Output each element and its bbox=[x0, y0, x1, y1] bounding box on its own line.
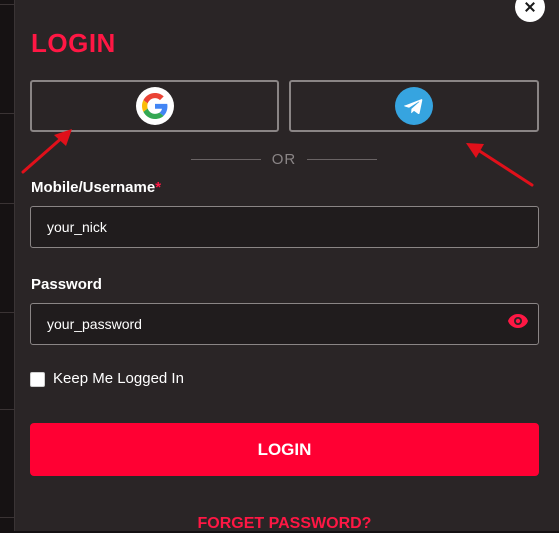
username-label-text: Mobile/Username bbox=[31, 179, 156, 196]
backdrop-line bbox=[0, 203, 14, 204]
backdrop-line bbox=[0, 409, 14, 410]
google-icon bbox=[135, 87, 174, 125]
login-dialog: LOGIN OR Mobile/Username* Password bbox=[14, 0, 559, 533]
telegram-icon bbox=[395, 87, 433, 125]
divider-rule bbox=[307, 158, 377, 160]
page-backdrop bbox=[0, 0, 15, 531]
required-marker: * bbox=[155, 179, 162, 196]
eye-icon[interactable] bbox=[507, 313, 529, 329]
backdrop-line bbox=[0, 4, 14, 5]
backdrop-line bbox=[0, 113, 14, 114]
password-field[interactable] bbox=[30, 303, 539, 345]
divider-rule bbox=[191, 158, 261, 160]
telegram-login-button[interactable] bbox=[289, 80, 539, 132]
forgot-password-link[interactable]: FORGET PASSWORD? bbox=[15, 515, 554, 533]
keep-logged-in-checkbox[interactable] bbox=[30, 372, 45, 387]
password-label: Password bbox=[31, 276, 102, 293]
keep-logged-in-label: Keep Me Logged In bbox=[53, 370, 184, 387]
google-login-button[interactable] bbox=[30, 80, 279, 132]
backdrop-line bbox=[0, 517, 14, 518]
close-button[interactable] bbox=[515, 0, 545, 22]
dialog-title: LOGIN bbox=[31, 28, 116, 58]
backdrop-line bbox=[0, 312, 14, 313]
divider-text: OR bbox=[271, 150, 297, 168]
login-button[interactable]: LOGIN bbox=[30, 423, 539, 476]
username-label: Mobile/Username* bbox=[31, 179, 161, 196]
or-divider: OR bbox=[191, 149, 377, 169]
username-field[interactable] bbox=[30, 206, 539, 248]
